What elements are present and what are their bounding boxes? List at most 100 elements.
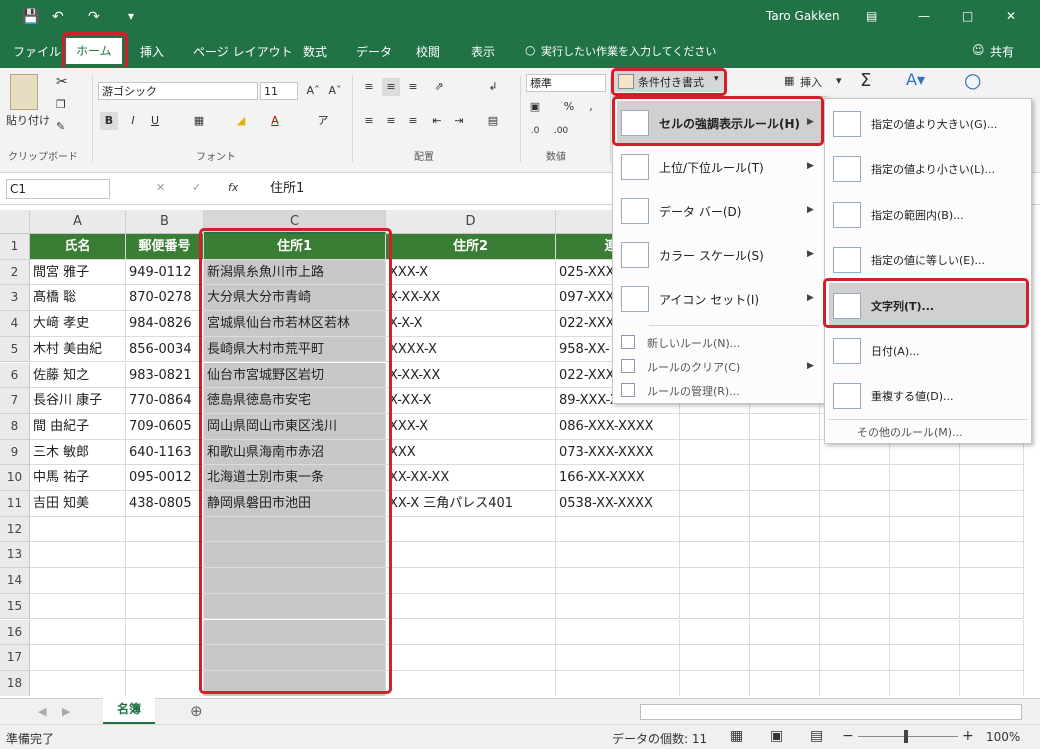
align-middle-icon[interactable]: ≡ [382, 78, 400, 96]
cell[interactable] [386, 516, 556, 543]
cell[interactable]: X-XX-X [386, 388, 556, 414]
fill-color-icon[interactable]: ◢ [232, 112, 250, 130]
cell[interactable] [556, 593, 680, 620]
row-header[interactable]: 2 [0, 259, 30, 286]
cell[interactable]: 大﨑 孝史 [30, 311, 126, 337]
cell[interactable] [890, 670, 960, 696]
redo-icon[interactable]: ↷ [88, 9, 100, 25]
cell[interactable]: 中馬 祐子 [30, 465, 126, 491]
grow-font-icon[interactable]: Aˆ [304, 82, 322, 100]
menu-item-icon-sets[interactable]: アイコン セット(I) ▶ [613, 278, 825, 320]
cell[interactable]: 間宮 雅子 [30, 259, 126, 286]
cell[interactable] [386, 619, 556, 646]
orientation-icon[interactable]: ⇗ [430, 78, 448, 96]
cell[interactable] [556, 568, 680, 594]
row-header[interactable]: 12 [0, 516, 30, 543]
zoom-in-icon[interactable]: + [962, 728, 974, 744]
cell[interactable] [750, 516, 820, 543]
menu-item-less-than[interactable]: 指定の値より小さい(L)... [825, 148, 1031, 190]
cell[interactable]: 709-0605 [126, 413, 204, 440]
enter-icon[interactable]: ✓ [192, 181, 201, 194]
row-header[interactable]: 4 [0, 311, 30, 337]
cell[interactable] [126, 619, 204, 646]
cell[interactable]: 長谷川 康子 [30, 388, 126, 414]
conditional-format-button[interactable]: 条件付き書式 ▾ [614, 70, 724, 92]
cell[interactable] [556, 670, 680, 696]
selected-cell[interactable]: 徳島県徳島市安宅 [204, 388, 386, 414]
ribbon-display-icon[interactable]: ▤ [866, 9, 877, 23]
cell[interactable] [960, 619, 1024, 646]
cell[interactable] [126, 542, 204, 569]
minimize-icon[interactable]: — [918, 9, 930, 23]
cell[interactable] [680, 465, 750, 491]
cell[interactable] [680, 516, 750, 543]
column-header[interactable]: B [126, 210, 204, 234]
tab-formulas[interactable]: 数式 [303, 43, 327, 60]
cell[interactable] [126, 568, 204, 594]
cell[interactable]: 073-XXX-XXXX [556, 439, 680, 466]
selected-cell[interactable] [204, 516, 386, 543]
font-name-combo[interactable]: 游ゴシック [98, 82, 258, 100]
cell[interactable]: X-X-X [386, 311, 556, 337]
cell[interactable] [680, 439, 750, 466]
tab-insert[interactable]: 挿入 [140, 43, 164, 60]
cell[interactable] [890, 516, 960, 543]
cell[interactable] [556, 542, 680, 569]
tab-view[interactable]: 表示 [471, 43, 495, 60]
cell[interactable] [126, 516, 204, 543]
selected-cell[interactable]: 仙台市宮城野区岩切 [204, 362, 386, 389]
menu-item-greater-than[interactable]: 指定の値より大きい(G)... [825, 103, 1031, 145]
sort-filter-icon[interactable]: A▾ [906, 70, 925, 89]
menu-item-data-bars[interactable]: データ バー(D) ▶ [613, 190, 825, 232]
menu-item-top-bottom-rules[interactable]: 上位/下位ルール(T) ▶ [613, 146, 825, 188]
insert-function-icon[interactable]: fx [228, 181, 238, 194]
row-header[interactable]: 9 [0, 439, 30, 466]
restore-icon[interactable]: □ [962, 9, 973, 23]
cell[interactable] [820, 516, 890, 543]
percent-icon[interactable]: % [560, 98, 578, 116]
cell[interactable] [126, 593, 204, 620]
cell[interactable] [820, 670, 890, 696]
prev-sheet-icon[interactable]: ◀ [38, 705, 46, 718]
cell[interactable]: 438-0805 [126, 491, 204, 517]
cell[interactable] [680, 619, 750, 646]
cell[interactable] [890, 593, 960, 620]
decrease-indent-icon[interactable]: ⇤ [428, 112, 446, 130]
cell[interactable] [960, 465, 1024, 491]
cell[interactable]: 984-0826 [126, 311, 204, 337]
align-center-icon[interactable]: ≡ [382, 112, 400, 130]
row-header[interactable]: 7 [0, 388, 30, 414]
cell[interactable] [890, 568, 960, 594]
selected-cell[interactable] [204, 670, 386, 696]
cell[interactable]: 770-0864 [126, 388, 204, 414]
select-all-corner[interactable] [0, 210, 30, 234]
copy-icon[interactable]: ❐ [56, 98, 66, 111]
cell[interactable] [960, 568, 1024, 594]
cell[interactable]: 吉田 知美 [30, 491, 126, 517]
cell[interactable] [820, 593, 890, 620]
cell[interactable] [386, 670, 556, 696]
cell[interactable]: 949-0112 [126, 259, 204, 286]
paste-button[interactable]: 貼り付け [6, 112, 50, 128]
cell[interactable]: XXXX-X [386, 336, 556, 363]
selected-cell[interactable]: 長崎県大村市荒平町 [204, 336, 386, 363]
cut-icon[interactable]: ✂ [56, 74, 68, 90]
cell[interactable] [30, 568, 126, 594]
cell[interactable]: XXX-X [386, 259, 556, 286]
increase-decimal-icon[interactable]: .0 [526, 122, 544, 140]
column-header[interactable]: A [30, 210, 126, 234]
cell[interactable] [680, 542, 750, 569]
cell[interactable] [960, 491, 1024, 517]
format-painter-icon[interactable]: ✎ [56, 120, 65, 133]
zoom-slider-thumb[interactable] [904, 730, 908, 743]
selected-cell[interactable] [204, 619, 386, 646]
row-header[interactable]: 14 [0, 568, 30, 594]
cell[interactable]: 166-XX-XXXX [556, 465, 680, 491]
cell[interactable] [820, 491, 890, 517]
font-color-icon[interactable]: A [266, 112, 284, 130]
border-icon[interactable]: ▦ [190, 112, 208, 130]
cell[interactable] [890, 465, 960, 491]
cancel-icon[interactable]: ✕ [156, 181, 165, 194]
cell[interactable]: XX-X 三角パレス401 [386, 491, 556, 517]
selected-cell[interactable]: 大分県大分市青崎 [204, 285, 386, 312]
